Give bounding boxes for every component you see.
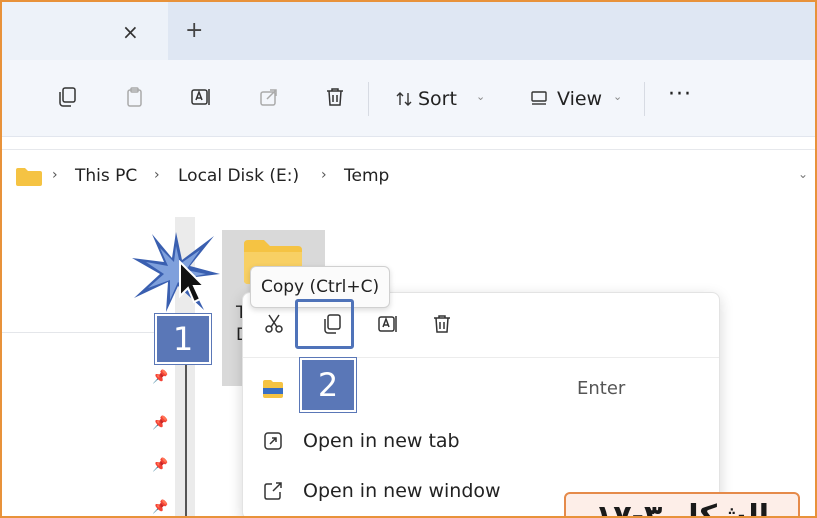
breadcrumb-separator: › [321, 167, 327, 183]
tab-active[interactable]: × [2, 2, 168, 60]
address-bar[interactable]: › This PC › Local Disk (E:) › Temp ⌄ [2, 149, 815, 205]
nav-pane-divider [2, 332, 174, 333]
mouse-cursor-icon [179, 260, 206, 304]
new-tab-button[interactable]: + [185, 18, 203, 43]
sort-icon [396, 92, 412, 106]
rename-icon[interactable] [190, 86, 212, 108]
paste-icon[interactable] [124, 86, 146, 108]
chevron-down-icon: ⌄ [476, 90, 486, 103]
breadcrumb-local-disk[interactable]: Local Disk (E:) [178, 166, 299, 186]
figure-caption: الشكل ٣-١٧ [564, 492, 800, 518]
figure-caption-text: الشكل ٣-١٧ [594, 499, 770, 518]
explorer-window: × + Sort ⌄ View ⌄ ··· › This PC › Local … [0, 0, 817, 518]
breadcrumb-this-pc[interactable]: This PC [75, 166, 137, 186]
breadcrumb-separator: › [154, 167, 160, 183]
share-icon[interactable] [258, 86, 280, 108]
tab-bar: × + [2, 2, 815, 60]
delete-icon[interactable] [431, 313, 453, 335]
view-icon [531, 91, 547, 105]
delete-icon[interactable] [324, 86, 346, 108]
copy-icon[interactable] [56, 86, 78, 108]
toolbar-divider [368, 82, 369, 116]
menu-item-label: Open in new window [303, 480, 501, 502]
pin-icon: 📌 [152, 458, 169, 473]
see-more-button[interactable]: ··· [668, 82, 692, 107]
breadcrumb-separator: › [52, 167, 58, 183]
step-2-badge: 2 [300, 358, 356, 412]
folder-icon [263, 380, 283, 398]
pin-icon: 📌 [152, 416, 169, 431]
toolbar-divider [644, 82, 645, 116]
new-tab-icon [264, 432, 282, 450]
cut-icon[interactable] [263, 313, 285, 335]
sort-button[interactable]: Sort [418, 88, 457, 110]
new-window-icon [264, 482, 282, 500]
address-dropdown-icon[interactable]: ⌄ [798, 167, 808, 181]
click-burst-icon [132, 232, 220, 312]
scroll-thumb[interactable] [185, 364, 187, 516]
pin-icon: 📌 [152, 370, 169, 385]
close-tab-icon[interactable]: × [122, 20, 139, 44]
breadcrumb-temp[interactable]: Temp [344, 166, 389, 186]
view-button[interactable]: View [557, 88, 602, 110]
rename-icon[interactable] [377, 313, 399, 335]
folder-icon [16, 168, 42, 186]
step-1-badge: 1 [155, 314, 211, 364]
menu-item-open-new-tab[interactable]: Open in new tab [243, 419, 719, 465]
command-bar: Sort ⌄ View ⌄ ··· [2, 60, 815, 137]
menu-item-shortcut: Enter [577, 378, 626, 399]
copy-highlight-box [295, 299, 354, 349]
pin-icon: 📌 [152, 500, 169, 515]
chevron-down-icon: ⌄ [613, 90, 623, 103]
menu-item-label: Open in new tab [303, 430, 460, 452]
